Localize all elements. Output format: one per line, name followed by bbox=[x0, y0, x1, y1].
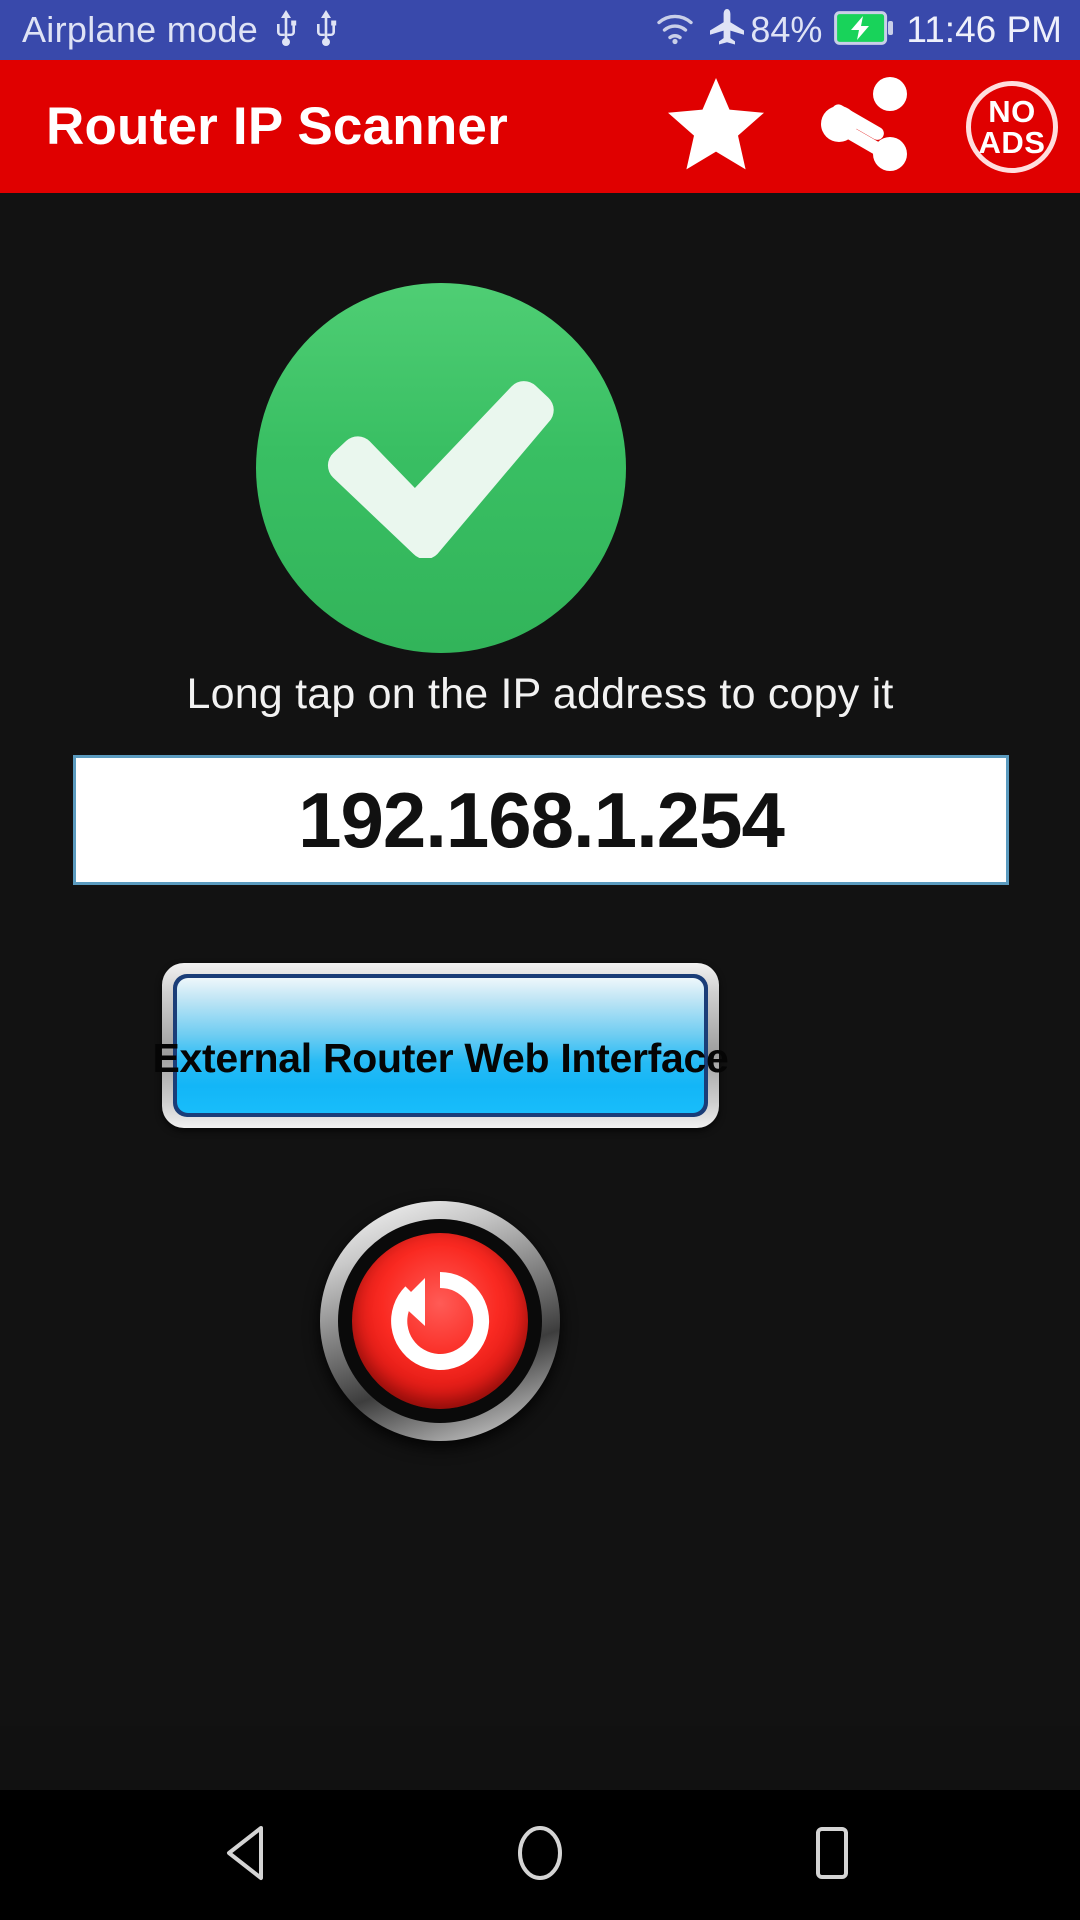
usb-icon bbox=[314, 9, 338, 52]
status-bar-right: 84% 11:46 PM bbox=[654, 8, 1062, 53]
app-title: Router IP Scanner bbox=[46, 97, 508, 156]
status-bar: Airplane mode 84% 11:46 PM bbox=[0, 0, 1080, 60]
nav-recents-button[interactable] bbox=[784, 1807, 880, 1903]
airplane-mode-label: Airplane mode bbox=[22, 9, 259, 50]
refresh-icon bbox=[381, 1262, 499, 1380]
external-router-web-interface-label: External Router Web Interface bbox=[152, 1035, 729, 1081]
back-triangle-icon bbox=[221, 1824, 275, 1887]
home-circle-icon bbox=[513, 1824, 567, 1887]
share-icon bbox=[818, 76, 914, 177]
favorite-star-icon bbox=[666, 76, 766, 177]
nav-home-button[interactable] bbox=[492, 1807, 588, 1903]
battery-percent-label: 84% bbox=[750, 9, 823, 50]
clock-label: 11:46 PM bbox=[906, 9, 1062, 50]
refresh-button-ring bbox=[338, 1219, 542, 1423]
external-router-web-interface-button[interactable]: External Router Web Interface bbox=[152, 963, 729, 1128]
usb-icon bbox=[274, 9, 298, 52]
button-inner-bezel: External Router Web Interface bbox=[152, 974, 729, 1117]
success-status-indicator bbox=[256, 283, 626, 653]
phone-screen: Airplane mode 84% 11:46 PM Router IP Sca… bbox=[0, 0, 1080, 1920]
no-ads-line-2: ADS bbox=[978, 124, 1046, 160]
long-tap-hint: Long tap on the IP address to copy it bbox=[186, 670, 894, 718]
no-ads-line-1: NO bbox=[988, 93, 1036, 129]
ip-address-value: 192.168.1.254 bbox=[298, 775, 785, 864]
button-face: External Router Web Interface bbox=[152, 978, 729, 1113]
no-ads-badge: NO ADS bbox=[966, 80, 1058, 173]
refresh-scan-button[interactable] bbox=[320, 1201, 560, 1441]
share-button[interactable] bbox=[818, 76, 914, 177]
status-bar-left: Airplane mode bbox=[22, 9, 338, 52]
success-check-icon bbox=[325, 378, 557, 558]
recents-square-icon bbox=[805, 1824, 859, 1887]
refresh-button-face bbox=[352, 1233, 528, 1409]
app-bar: Router IP Scanner NO ADS bbox=[0, 60, 1080, 193]
android-navigation-bar bbox=[0, 1790, 1080, 1920]
ip-address-field[interactable]: 192.168.1.254 bbox=[73, 755, 1009, 885]
no-ads-button[interactable]: NO ADS bbox=[966, 80, 1058, 173]
app-bar-actions: NO ADS bbox=[666, 76, 1058, 177]
main-content: Long tap on the IP address to copy it 19… bbox=[0, 193, 1080, 1726]
nav-back-button[interactable] bbox=[200, 1807, 296, 1903]
airplane-icon bbox=[708, 8, 746, 53]
wifi-icon bbox=[654, 11, 696, 50]
battery-charging-icon bbox=[834, 10, 894, 50]
favorite-star-button[interactable] bbox=[666, 76, 766, 177]
